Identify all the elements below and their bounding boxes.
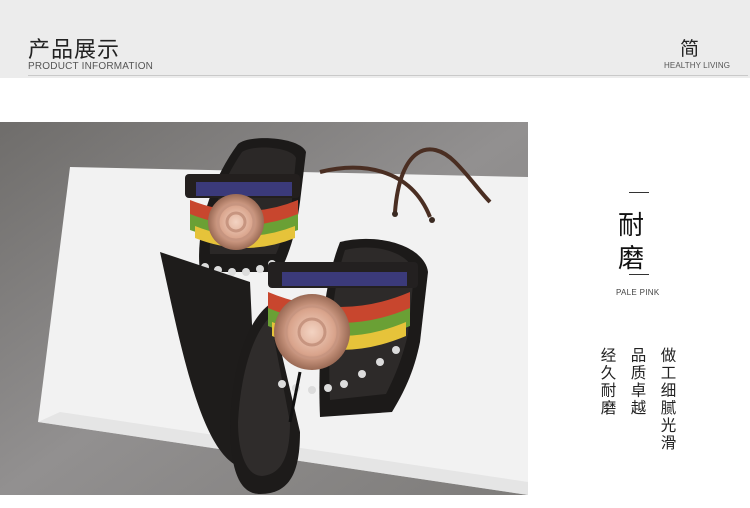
description-column-2: 品质卓越	[628, 347, 647, 417]
header-divider	[28, 75, 748, 76]
description-column-1: 做工细腻光滑	[658, 347, 677, 452]
brand-tagline: HEALTHY LIVING	[664, 61, 731, 70]
description-column-3: 经久耐磨	[598, 347, 617, 417]
feature-top-rule	[629, 192, 649, 193]
section-title: 产品展示	[28, 38, 121, 63]
section-header: 产品展示 PRODUCT INFORMATION 简 HEALTHY LIVIN…	[0, 0, 750, 78]
section-subtitle: PRODUCT INFORMATION	[28, 61, 154, 72]
rose-ornament-back	[208, 194, 264, 250]
feature-bottom-rule	[629, 274, 649, 275]
feature-char-1: 耐	[618, 211, 645, 241]
brand-mark: 简	[680, 38, 700, 60]
feature-char-2: 磨	[618, 244, 645, 274]
sandals-illustration	[0, 122, 528, 495]
color-name: PALE PINK	[616, 288, 660, 297]
product-photo	[0, 122, 528, 495]
